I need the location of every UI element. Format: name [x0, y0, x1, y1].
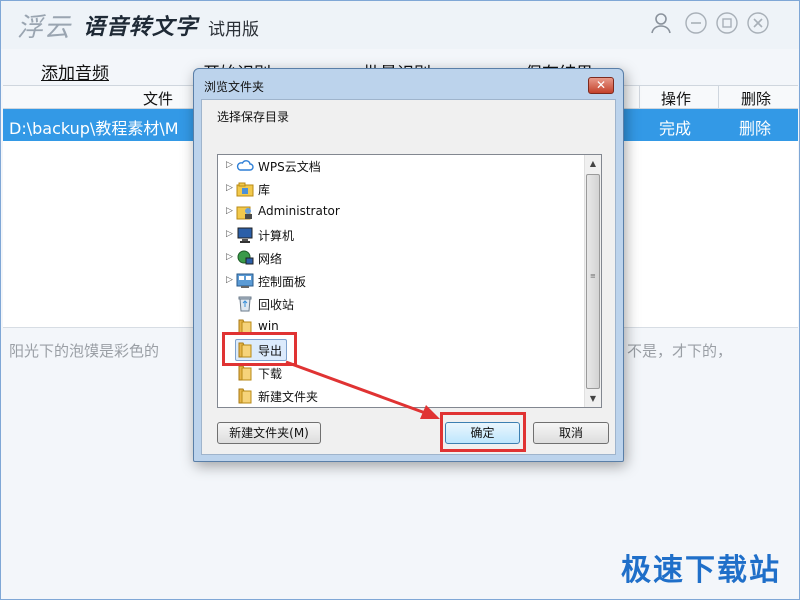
cloud-icon — [236, 157, 254, 175]
tree-item-label: win — [258, 319, 279, 333]
tree-item-recycle-bin[interactable]: 回收站 — [218, 293, 578, 315]
tree-item-label: 下载 — [258, 367, 283, 381]
library-icon — [236, 180, 254, 198]
tree-item-label: 新建文件夹 — [258, 390, 319, 404]
computer-icon — [236, 226, 254, 244]
dialog-close-button[interactable]: ✕ — [588, 77, 614, 94]
folder-icon — [236, 387, 254, 405]
dialog-title: 浏览文件夹 — [204, 80, 265, 94]
brand-logo: 浮云 — [17, 13, 72, 43]
column-file: 文件 — [143, 90, 174, 108]
tree-item-library[interactable]: ▷ 库 — [218, 178, 578, 200]
folder-tree[interactable]: ▷ WPS云文档 ▷ 库 ▷ Administrator ▷ 计算机 ▷ 网络 … — [217, 154, 602, 408]
minimize-icon[interactable] — [684, 11, 708, 35]
tree-item-label: 库 — [258, 183, 271, 197]
expand-icon[interactable]: ▷ — [226, 206, 233, 216]
close-icon[interactable] — [746, 11, 770, 35]
watermark-logo: 极速下载站 — [621, 553, 781, 588]
annotation-box-export — [222, 332, 297, 366]
scroll-up-arrow-icon[interactable]: ▲ — [585, 155, 601, 172]
column-delete: 删除 — [741, 90, 772, 108]
tree-item-computer[interactable]: ▷ 计算机 — [218, 224, 578, 246]
add-audio-button[interactable]: 添加音频 — [41, 59, 109, 84]
tree-item-network[interactable]: ▷ 网络 — [218, 247, 578, 269]
expand-icon[interactable]: ▷ — [226, 160, 233, 170]
user-folder-icon — [236, 203, 254, 221]
result-text-left: 阳光下的泡馍是彩色的 — [9, 342, 160, 360]
tree-item-label: 回收站 — [258, 298, 295, 312]
edition-label: 试用版 — [208, 20, 259, 40]
expand-icon[interactable]: ▷ — [226, 229, 233, 239]
control-panel-icon — [236, 272, 254, 290]
annotation-box-ok — [440, 412, 526, 452]
vertical-scrollbar[interactable]: ▲ ≡ ▼ — [584, 155, 601, 407]
recycle-bin-icon — [236, 295, 254, 313]
delete-link[interactable]: 删除 — [739, 115, 771, 139]
tree-item-label: WPS云文档 — [258, 160, 321, 174]
column-divider — [639, 86, 640, 109]
cancel-button[interactable]: 取消 — [533, 422, 609, 444]
status-cell: 完成 — [659, 119, 692, 138]
column-action: 操作 — [661, 90, 692, 108]
title-bar: 浮云 语音转文字 试用版 — [1, 1, 799, 49]
tree-item-label: 计算机 — [258, 229, 295, 243]
tree-item-label: Administrator — [258, 204, 340, 218]
tree-item-control-panel[interactable]: ▷ 控制面板 — [218, 270, 578, 292]
scrollbar-thumb[interactable]: ≡ — [586, 174, 600, 389]
user-icon[interactable] — [649, 11, 673, 35]
grip-icon: ≡ — [590, 272, 596, 280]
tree-item-label: 网络 — [258, 252, 283, 266]
tree-item-wps-cloud[interactable]: ▷ WPS云文档 — [218, 155, 578, 177]
expand-icon[interactable]: ▷ — [226, 252, 233, 262]
dialog-body: 选择保存目录 ▷ WPS云文档 ▷ 库 ▷ Administrator ▷ 计算… — [201, 99, 616, 455]
tree-item-administrator[interactable]: ▷ Administrator — [218, 201, 578, 223]
dialog-description: 选择保存目录 — [217, 110, 290, 124]
file-path-cell: D:\backup\教程素材\M — [9, 119, 179, 138]
network-icon — [236, 249, 254, 267]
browse-folder-dialog: 浏览文件夹 ✕ 选择保存目录 ▷ WPS云文档 ▷ 库 ▷ Administra… — [193, 68, 624, 462]
column-divider — [718, 86, 719, 109]
expand-icon[interactable]: ▷ — [226, 183, 233, 193]
maximize-icon[interactable] — [715, 11, 739, 35]
expand-icon[interactable]: ▷ — [226, 275, 233, 285]
tree-item-new-folder[interactable]: 新建文件夹 — [218, 385, 578, 407]
result-text-right: 不是，才下的， — [627, 342, 733, 360]
app-title: 语音转文字 — [83, 15, 199, 40]
new-folder-button[interactable]: 新建文件夹(M) — [217, 422, 321, 444]
scroll-down-arrow-icon[interactable]: ▼ — [585, 390, 601, 407]
folder-icon — [236, 364, 254, 382]
tree-item-label: 控制面板 — [258, 275, 307, 289]
